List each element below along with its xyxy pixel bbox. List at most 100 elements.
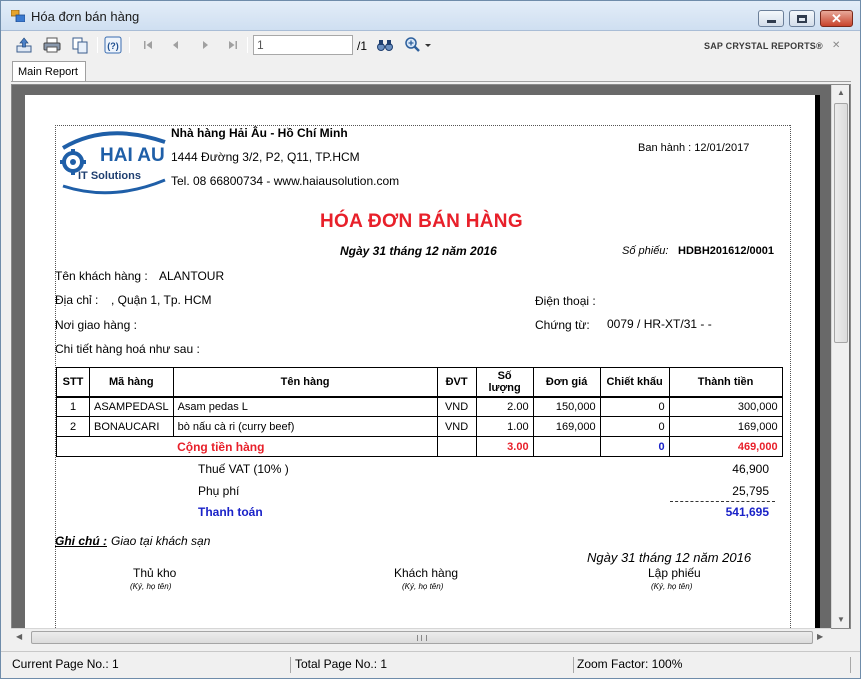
crystal-reports-brand: SAP CRYSTAL REPORTS®: [704, 41, 823, 51]
help-icon[interactable]: (?): [104, 36, 122, 54]
scroll-left-icon[interactable]: ◀: [16, 632, 22, 641]
voucher-number: HDBH201612/0001: [678, 245, 775, 257]
close-report-icon[interactable]: ✕: [832, 40, 840, 51]
voucher-number-label: Số phiếu:: [622, 245, 669, 257]
logo-title: HAI AU: [100, 145, 165, 166]
window-title: Hóa đơn bán hàng: [31, 9, 140, 24]
cell-price: 169,000: [532, 416, 601, 437]
page-border-top: [55, 125, 790, 126]
horizontal-scrollbar[interactable]: ◀ ▶: [11, 628, 831, 645]
cell-stt: 2: [56, 416, 90, 437]
tab-main-report[interactable]: Main Report: [12, 61, 86, 82]
note-label: Ghi chú :: [55, 534, 107, 548]
find-icon[interactable]: [376, 36, 394, 54]
page-number-input[interactable]: [253, 35, 353, 55]
svg-text:(?): (?): [107, 41, 119, 51]
cell-code: ASAMPEDASL: [89, 396, 174, 417]
signature-date: Ngày 31 tháng 12 năm 2016: [587, 550, 752, 565]
company-tel: Tel. 08 66800734 - www.haiausolution.com: [171, 174, 400, 188]
signer-title: Thủ kho: [133, 566, 177, 580]
delivery-label: Nơi giao hàng :: [55, 318, 137, 332]
cell-code: BONAUCARI: [89, 416, 174, 437]
cell-discount: 0: [599, 396, 670, 417]
next-page-icon[interactable]: [196, 36, 214, 54]
cell-stt: 1: [56, 396, 90, 417]
table-row: 1 ASAMPEDASL Asam pedas L VND 2.00 150,0…: [56, 396, 783, 417]
company-address: 1444 Đường 3/2, P2, Q11, TP.HCM: [171, 150, 360, 164]
company-name: Nhà hàng Hải Âu - Hồ Chí Minh: [171, 126, 348, 140]
close-button[interactable]: ✕: [820, 10, 853, 27]
status-zoom: Zoom Factor: 100%: [575, 657, 851, 673]
cell-name: Asam pedas L: [172, 396, 438, 417]
title-bar: Hóa đơn bán hàng ✕: [1, 1, 860, 31]
signer-title: Khách hàng: [394, 566, 459, 580]
col-header: Chiết khấu: [599, 367, 670, 398]
col-header: Thành tiền: [668, 367, 783, 398]
customer-value: ALANTOUR: [159, 269, 225, 283]
print-icon[interactable]: [43, 36, 61, 54]
scroll-up-icon[interactable]: ▲: [837, 88, 845, 97]
minimize-button[interactable]: [758, 10, 784, 27]
cell-qty: 1.00: [475, 416, 534, 437]
prev-page-icon[interactable]: [167, 36, 185, 54]
col-header: STT: [56, 367, 90, 398]
horizontal-scroll-thumb[interactable]: [31, 631, 813, 644]
phone-label: Điện thoại :: [535, 294, 596, 308]
total-label: Cộng tiền hàng: [173, 436, 438, 457]
logo-subtitle: IT Solutions: [78, 170, 141, 182]
cell-unit: VND: [436, 416, 477, 437]
toolbar-separator: [97, 37, 98, 53]
table-header-row: STT Mã hàng Tên hàng ĐVT Số lượng Đơn gi…: [56, 367, 783, 398]
col-header: Đơn giá: [532, 367, 601, 398]
items-table: STT Mã hàng Tên hàng ĐVT Số lượng Đơn gi…: [56, 367, 783, 457]
total-amount: 469,000: [668, 436, 783, 457]
cell-name: bò nấu cà ri (curry beef): [172, 416, 438, 437]
maximize-button[interactable]: [789, 10, 815, 27]
scroll-down-icon[interactable]: ▼: [837, 615, 845, 624]
table-total-row: Cộng tiền hàng 3.00 0 469,000: [56, 436, 783, 457]
vertical-scroll-thumb[interactable]: [834, 103, 848, 343]
status-total-page: Total Page No.: 1: [293, 657, 574, 673]
col-header: ĐVT: [436, 367, 477, 398]
app-window: Hóa đơn bán hàng ✕ (?) 1 /1 SAP CRYSTAL …: [0, 0, 861, 679]
viewer-toolbar: (?) /1 SAP CRYSTAL REPORT: [1, 31, 860, 59]
zoom-dropdown-icon[interactable]: [423, 36, 433, 54]
zoom-icon[interactable]: [404, 36, 422, 54]
cell-qty: 2.00: [475, 396, 534, 417]
total-qty: 3.00: [475, 436, 534, 457]
cell-amount: 300,000: [668, 396, 783, 417]
status-bar: Current Page No.: 1 Total Page No.: 1 Zo…: [1, 651, 860, 678]
toolbar-separator: [247, 37, 248, 53]
cell-unit: VND: [436, 396, 477, 417]
report-viewer[interactable]: HAI AU IT Solutions Nhà hàng Hải Âu - Hồ…: [11, 84, 851, 629]
cell-price: 150,000: [532, 396, 601, 417]
detail-label: Chi tiết hàng hoá như sau :: [55, 342, 200, 356]
first-page-icon[interactable]: [139, 36, 157, 54]
issued-date: Ban hành : 12/01/2017: [638, 142, 750, 154]
minimize-icon: [766, 20, 776, 23]
export-icon[interactable]: [15, 36, 33, 54]
scroll-grip-icon: [417, 635, 427, 641]
customer-label: Tên khách hàng :: [55, 269, 148, 283]
last-page-icon[interactable]: [224, 36, 242, 54]
summary-divider: [670, 501, 775, 502]
total-discount: 0: [599, 436, 670, 457]
signer-title: Lập phiếu: [648, 566, 701, 580]
cell-discount: 0: [599, 416, 670, 437]
copy-icon[interactable]: [71, 36, 89, 54]
fee-value: 25,795: [732, 484, 769, 498]
signer-sub: (Ký, họ tên): [130, 582, 172, 591]
vat-label: Thuế VAT (10% ): [198, 462, 289, 476]
vat-value: 46,900: [732, 462, 769, 476]
voucher-ref-label: Chứng từ:: [535, 318, 590, 332]
scroll-right-icon[interactable]: ▶: [817, 632, 823, 641]
payment-label: Thanh toán: [198, 505, 263, 519]
voucher-ref-value: 0079 / HR-XT/31 - -: [607, 317, 712, 331]
tab-divider: [11, 81, 851, 82]
invoice-date: Ngày 31 tháng 12 năm 2016: [340, 244, 497, 258]
vertical-scrollbar[interactable]: ▲ ▼: [831, 85, 849, 628]
col-header: Số lượng: [475, 367, 534, 398]
cell-empty: [532, 436, 601, 457]
cell-empty: [436, 436, 477, 457]
table-row: 2 BONAUCARI bò nấu cà ri (curry beef) VN…: [56, 416, 783, 437]
